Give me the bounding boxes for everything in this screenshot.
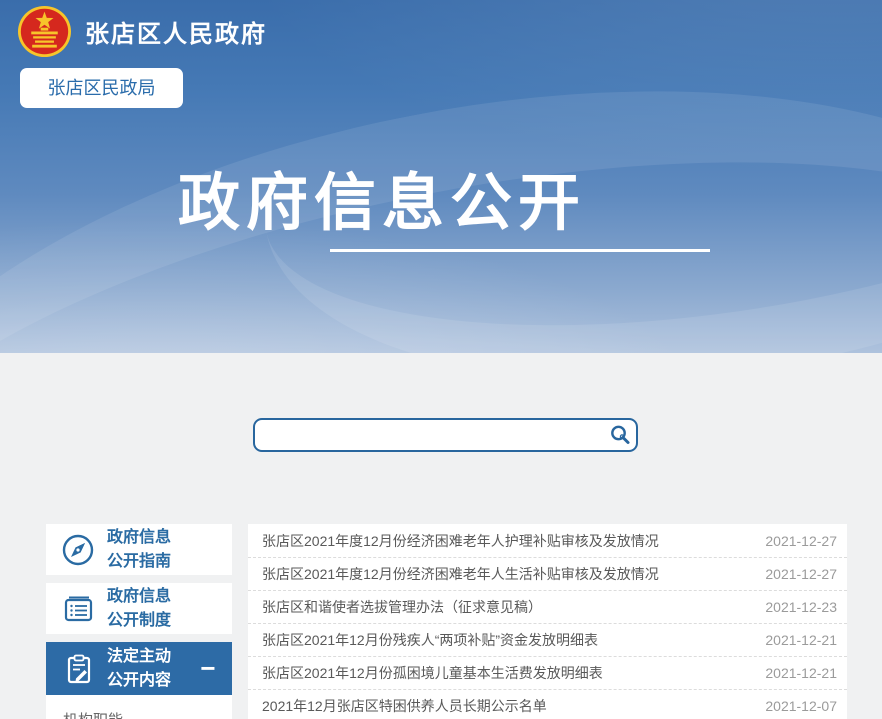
news-title: 张店区2021年12月份残疾人“两项补贴”资金发放明细表 bbox=[262, 630, 753, 650]
news-title: 2021年12月张店区特困供养人员长期公示名单 bbox=[262, 696, 753, 716]
news-row[interactable]: 2021年12月张店区特困供养人员长期公示名单 2021-12-07 bbox=[248, 689, 847, 719]
news-row[interactable]: 张店区和谐使者选拔管理办法（征求意见稿） 2021-12-23 bbox=[248, 590, 847, 623]
submenu-item-org-functions[interactable]: 机构职能 bbox=[46, 705, 232, 719]
site-name: 张店区人民政府 bbox=[85, 14, 267, 49]
search-box bbox=[253, 418, 638, 452]
compass-icon bbox=[59, 531, 97, 569]
news-title: 张店区2021年度12月份经济困难老年人护理补贴审核及发放情况 bbox=[262, 531, 753, 551]
sidebar: 政府信息 公开指南 bbox=[46, 524, 232, 719]
news-date: 2021-12-07 bbox=[765, 698, 837, 714]
news-date: 2021-12-27 bbox=[765, 533, 837, 549]
news-row[interactable]: 张店区2021年度12月份经济困难老年人护理补贴审核及发放情况 2021-12-… bbox=[248, 524, 847, 557]
sidebar-submenu: 机构职能 bbox=[46, 695, 232, 719]
sidebar-item-guide[interactable]: 政府信息 公开指南 bbox=[46, 524, 232, 575]
news-list: 张店区2021年度12月份经济困难老年人护理补贴审核及发放情况 2021-12-… bbox=[248, 524, 847, 719]
rules-book-icon bbox=[59, 590, 97, 628]
search-button[interactable] bbox=[604, 420, 636, 450]
news-title: 张店区2021年度12月份经济困难老年人生活补贴审核及发放情况 bbox=[262, 564, 753, 584]
sidebar-item-label: 法定主动 公开内容 bbox=[107, 645, 171, 691]
sidebar-item-statutory-disclosure[interactable]: 法定主动 公开内容 − bbox=[46, 642, 232, 695]
collapse-minus-icon[interactable]: − bbox=[196, 661, 220, 677]
site-logo-link[interactable]: 张店区人民政府 bbox=[16, 5, 267, 58]
national-emblem-icon bbox=[16, 5, 73, 58]
sidebar-item-system[interactable]: 政府信息 公开制度 bbox=[46, 583, 232, 634]
news-row[interactable]: 张店区2021年12月份残疾人“两项补贴”资金发放明细表 2021-12-21 bbox=[248, 623, 847, 656]
news-title: 张店区2021年12月份孤困境儿童基本生活费发放明细表 bbox=[262, 663, 753, 683]
news-date: 2021-12-21 bbox=[765, 665, 837, 681]
sidebar-item-label: 政府信息 公开指南 bbox=[107, 526, 171, 572]
news-row[interactable]: 张店区2021年12月份孤困境儿童基本生活费发放明细表 2021-12-21 bbox=[248, 656, 847, 689]
department-button[interactable]: 张店区民政局 bbox=[20, 68, 183, 108]
news-title: 张店区和谐使者选拔管理办法（征求意见稿） bbox=[262, 597, 753, 617]
content-area: 政府信息 公开指南 bbox=[0, 353, 882, 719]
banner: 张店区人民政府 张店区民政局 政府信息公开 bbox=[0, 0, 882, 353]
clipboard-pencil-icon bbox=[59, 650, 97, 688]
news-date: 2021-12-23 bbox=[765, 599, 837, 615]
search-input[interactable] bbox=[255, 420, 604, 450]
sidebar-item-label: 政府信息 公开制度 bbox=[107, 585, 171, 631]
page-root: 张店区人民政府 张店区民政局 政府信息公开 bbox=[0, 0, 882, 719]
search-icon bbox=[609, 424, 631, 446]
title-underline bbox=[330, 249, 710, 252]
news-date: 2021-12-27 bbox=[765, 566, 837, 582]
page-title: 政府信息公开 bbox=[178, 152, 586, 242]
news-row[interactable]: 张店区2021年度12月份经济困难老年人生活补贴审核及发放情况 2021-12-… bbox=[248, 557, 847, 590]
news-date: 2021-12-21 bbox=[765, 632, 837, 648]
